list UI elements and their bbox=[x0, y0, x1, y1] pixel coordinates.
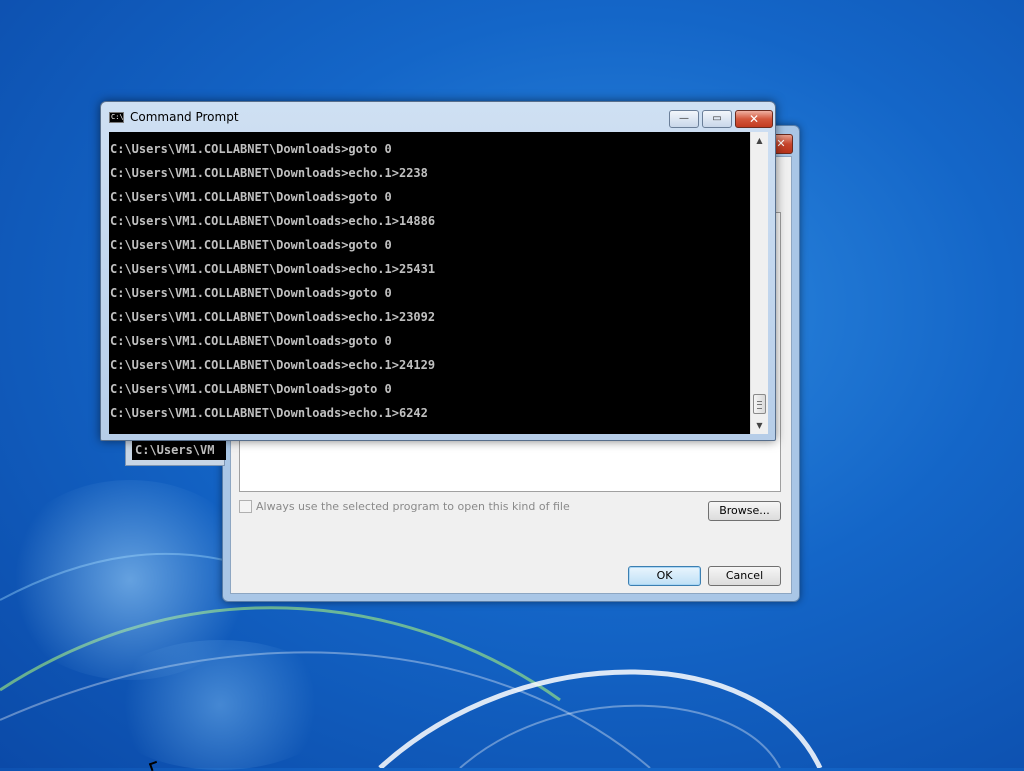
command-prompt-window: C:\ Command Prompt — ▭ ✕ C:\Users\VM1.CO… bbox=[100, 101, 776, 441]
console-line: C:\Users\VM1.COLLABNET\Downloads>goto 0 bbox=[110, 142, 392, 156]
desktop-light-glow-2 bbox=[100, 640, 340, 770]
always-use-label: Always use the selected program to open … bbox=[256, 500, 570, 513]
console-line: C:\Users\VM1.COLLABNET\Downloads>goto 0 bbox=[110, 286, 392, 300]
cancel-button[interactable]: Cancel bbox=[708, 566, 781, 586]
scrollbar-thumb[interactable] bbox=[753, 394, 766, 414]
scroll-down-arrow-icon[interactable]: ▼ bbox=[751, 417, 768, 434]
console-output[interactable]: C:\Users\VM1.COLLABNET\Downloads>goto 0 … bbox=[109, 132, 750, 434]
console-line: C:\Users\VM1.COLLABNET\Downloads>goto 0 bbox=[110, 238, 392, 252]
console-line: C:\Users\VM1.COLLABNET\Downloads>echo.1>… bbox=[110, 214, 436, 228]
cmd-title-text: Command Prompt bbox=[130, 110, 239, 124]
cmd-app-icon: C:\ bbox=[109, 111, 124, 123]
console-line: C:\Users\VM1.COLLABNET\Downloads>goto 0 bbox=[110, 334, 392, 348]
console-line: C:\Users\VM1.COLLABNET\Downloads>goto 0 bbox=[110, 382, 392, 396]
always-use-row[interactable]: Always use the selected program to open … bbox=[239, 500, 570, 513]
minimize-button[interactable]: — bbox=[669, 110, 699, 128]
console-line: C:\Users\VM1.COLLABNET\Downloads>goto 0 bbox=[110, 190, 392, 204]
browse-button[interactable]: Browse... bbox=[708, 501, 781, 521]
always-use-checkbox[interactable] bbox=[239, 500, 252, 513]
maximize-button[interactable]: ▭ bbox=[702, 110, 732, 128]
scroll-up-arrow-icon[interactable]: ▲ bbox=[751, 132, 768, 149]
close-button[interactable]: ✕ bbox=[735, 110, 773, 128]
console-line: C:\Users\VM1.COLLABNET\Downloads>echo.1>… bbox=[110, 166, 428, 180]
console-line: C:\Users\VM1.COLLABNET\Downloads>echo.1>… bbox=[110, 262, 436, 276]
cmd-titlebar[interactable]: C:\ Command Prompt bbox=[109, 110, 239, 124]
vertical-scrollbar[interactable]: ▲ ▼ bbox=[750, 132, 768, 434]
console-line: C:\Users\VM1.COLLABNET\Downloads>echo.1>… bbox=[110, 358, 436, 372]
mouse-cursor-icon bbox=[148, 760, 160, 771]
ok-button[interactable]: OK bbox=[628, 566, 701, 586]
background-console-text: C:\Users\VM bbox=[132, 440, 226, 460]
console-line: C:\Users\VM1.COLLABNET\Downloads>echo.1>… bbox=[110, 406, 428, 420]
console-line: C:\Users\VM1.COLLABNET\Downloads>echo.1>… bbox=[110, 310, 436, 324]
desktop-light-glow bbox=[0, 480, 260, 680]
